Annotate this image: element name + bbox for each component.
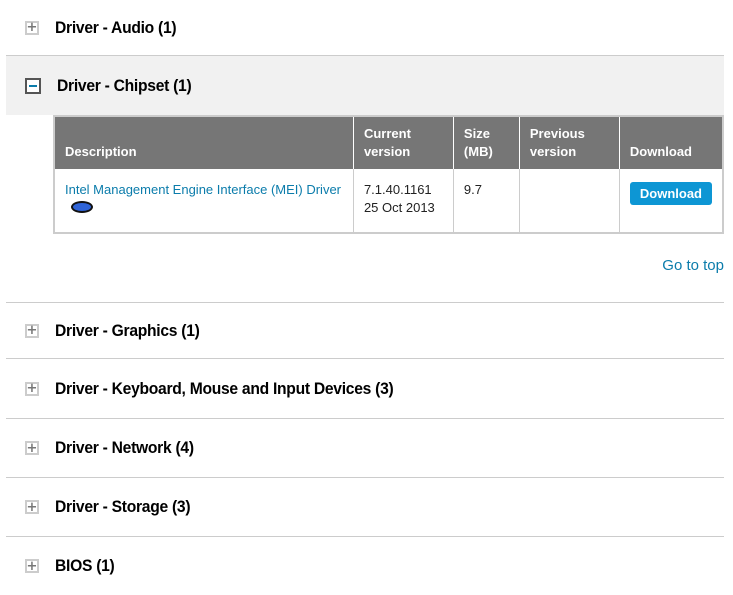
header-current-version-label: Current version <box>363 126 411 159</box>
section-keyboard-mouse-input: + Driver - Keyboard, Mouse and Input Dev… <box>6 359 724 419</box>
section-storage: + Driver - Storage (3) <box>6 478 724 537</box>
expand-plus-icon[interactable]: + <box>25 20 39 35</box>
header-size: Size (MB) <box>452 116 520 169</box>
expand-plus-icon[interactable]: + <box>25 441 39 455</box>
header-size-label: Size (MB) <box>463 126 493 159</box>
cell-download: Download <box>618 169 723 233</box>
table-row: Intel Management Engine Interface (MEI) … <box>54 169 723 233</box>
section-network: + Driver - Network (4) <box>6 419 724 478</box>
section-title: Driver - Network (4) <box>55 438 194 457</box>
section-graphics: + Driver - Graphics (1) <box>6 303 724 359</box>
section-body-chipset: Description Current version Size (MB) Pr… <box>6 115 724 302</box>
section-title: Driver - Keyboard, Mouse and Input Devic… <box>55 378 394 398</box>
release-date: 25 Oct 2013 <box>363 200 435 215</box>
version-number: 7.1.40.1161 <box>363 182 432 197</box>
expand-plus-icon[interactable]: + <box>25 323 39 338</box>
section-title: Driver - Storage (3) <box>55 497 191 516</box>
section-header-chipset[interactable]: Driver - Chipset (1) <box>6 56 724 115</box>
cell-current-version: 7.1.40.1161 25 Oct 2013 <box>352 169 454 233</box>
header-description: Description <box>54 116 354 169</box>
cell-size: 9.7 <box>452 169 520 233</box>
header-previous-version: Previous version <box>518 116 620 169</box>
header-current-version: Current version <box>352 116 454 169</box>
section-title: Driver - Chipset (1) <box>57 75 192 95</box>
os-icon <box>71 201 93 213</box>
table-header-row: Description Current version Size (MB) Pr… <box>54 116 723 169</box>
cell-previous-version <box>518 169 620 233</box>
section-title: Driver - Audio (1) <box>55 17 177 37</box>
section-bios: + BIOS (1) <box>6 537 724 595</box>
drivers-table: Description Current version Size (MB) Pr… <box>53 115 724 234</box>
header-previous-version-label: Previous version <box>529 126 585 159</box>
section-header-keyboard-mouse-input[interactable]: + Driver - Keyboard, Mouse and Input Dev… <box>6 359 724 418</box>
section-audio: + Driver - Audio (1) <box>6 0 724 56</box>
go-to-top-link[interactable]: Go to top <box>662 257 724 274</box>
section-header-audio[interactable]: + Driver - Audio (1) <box>6 0 724 55</box>
collapse-minus-icon[interactable] <box>25 77 41 94</box>
section-header-storage[interactable]: + Driver - Storage (3) <box>6 478 724 536</box>
section-header-network[interactable]: + Driver - Network (4) <box>6 419 724 477</box>
header-download: Download <box>618 116 723 169</box>
section-title: BIOS (1) <box>55 556 115 575</box>
download-button[interactable]: Download <box>629 182 712 205</box>
section-title: Driver - Graphics (1) <box>55 320 200 340</box>
driver-accordion: + Driver - Audio (1) Driver - Chipset (1… <box>6 0 724 595</box>
expand-plus-icon[interactable]: + <box>25 559 39 573</box>
section-chipset: Driver - Chipset (1) Description Current… <box>6 56 724 303</box>
cell-description: Intel Management Engine Interface (MEI) … <box>54 169 353 233</box>
expand-plus-icon[interactable]: + <box>25 381 39 396</box>
section-header-bios[interactable]: + BIOS (1) <box>6 537 724 595</box>
driver-link[interactable]: Intel Management Engine Interface (MEI) … <box>65 182 341 197</box>
expand-plus-icon[interactable]: + <box>25 500 39 514</box>
section-header-graphics[interactable]: + Driver - Graphics (1) <box>6 303 724 358</box>
